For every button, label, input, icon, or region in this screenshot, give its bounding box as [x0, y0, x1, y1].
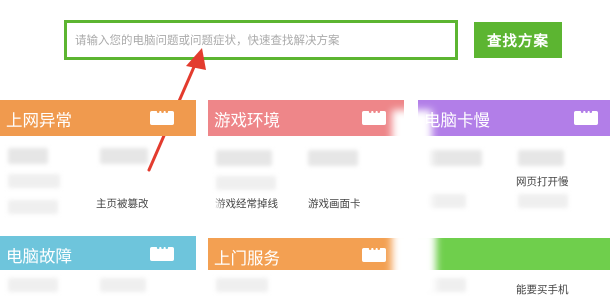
card-title: 上门服务 — [214, 249, 280, 268]
card-title: 上网异常 — [6, 111, 72, 130]
card-item[interactable]: 游戏画面卡 — [308, 196, 361, 211]
category-card-phone[interactable]: 能要买手机 — [418, 238, 610, 296]
card-item[interactable]: 网页打开慢 — [516, 174, 569, 189]
blurred-item — [100, 278, 146, 292]
more-icon[interactable] — [574, 108, 598, 125]
blur-overlay — [392, 230, 436, 296]
card-header: 游戏环境 — [208, 100, 404, 136]
category-card-internet[interactable]: 上网异常 主页被篡改 — [0, 100, 196, 230]
category-card-fault[interactable]: 电脑故障 — [0, 236, 196, 296]
more-icon[interactable] — [362, 108, 386, 125]
category-card-games[interactable]: 游戏环境 游戏经常掉线 游戏画面卡 — [208, 100, 404, 230]
blurred-item — [308, 150, 358, 166]
blur-overlay — [180, 200, 220, 240]
card-item[interactable]: 能要买手机 — [516, 282, 569, 296]
more-icon[interactable] — [150, 244, 174, 261]
card-title: 电脑故障 — [6, 247, 72, 266]
category-card-service[interactable]: 上门服务 — [208, 238, 404, 296]
blurred-item — [518, 150, 564, 166]
blurred-item — [216, 176, 276, 190]
category-card-slow[interactable]: 电脑卡慢 网页打开慢 — [418, 100, 610, 230]
card-header: 上网异常 — [0, 100, 196, 136]
card-header: 上门服务 — [208, 238, 404, 270]
blurred-item — [518, 194, 568, 208]
search-button[interactable]: 查找方案 — [474, 22, 562, 58]
blurred-item — [8, 200, 58, 214]
blurred-item — [100, 148, 148, 164]
blurred-item — [426, 150, 482, 166]
card-header — [418, 238, 610, 270]
more-icon[interactable] — [150, 108, 174, 125]
blurred-item — [8, 278, 58, 292]
search-box — [64, 20, 458, 60]
card-item[interactable]: 主页被篡改 — [96, 196, 149, 211]
blurred-item — [8, 148, 48, 164]
search-input[interactable] — [67, 23, 455, 57]
card-title: 电脑卡慢 — [424, 111, 490, 130]
more-icon[interactable] — [362, 245, 386, 262]
card-item[interactable]: 游戏经常掉线 — [215, 196, 278, 211]
blurred-item — [426, 194, 466, 208]
blurred-item — [216, 278, 268, 292]
blur-overlay — [392, 110, 432, 240]
blurred-item — [8, 174, 60, 188]
card-header: 电脑故障 — [0, 236, 196, 270]
card-title: 游戏环境 — [214, 111, 280, 130]
card-header: 电脑卡慢 — [418, 100, 610, 136]
blurred-item — [216, 150, 272, 166]
